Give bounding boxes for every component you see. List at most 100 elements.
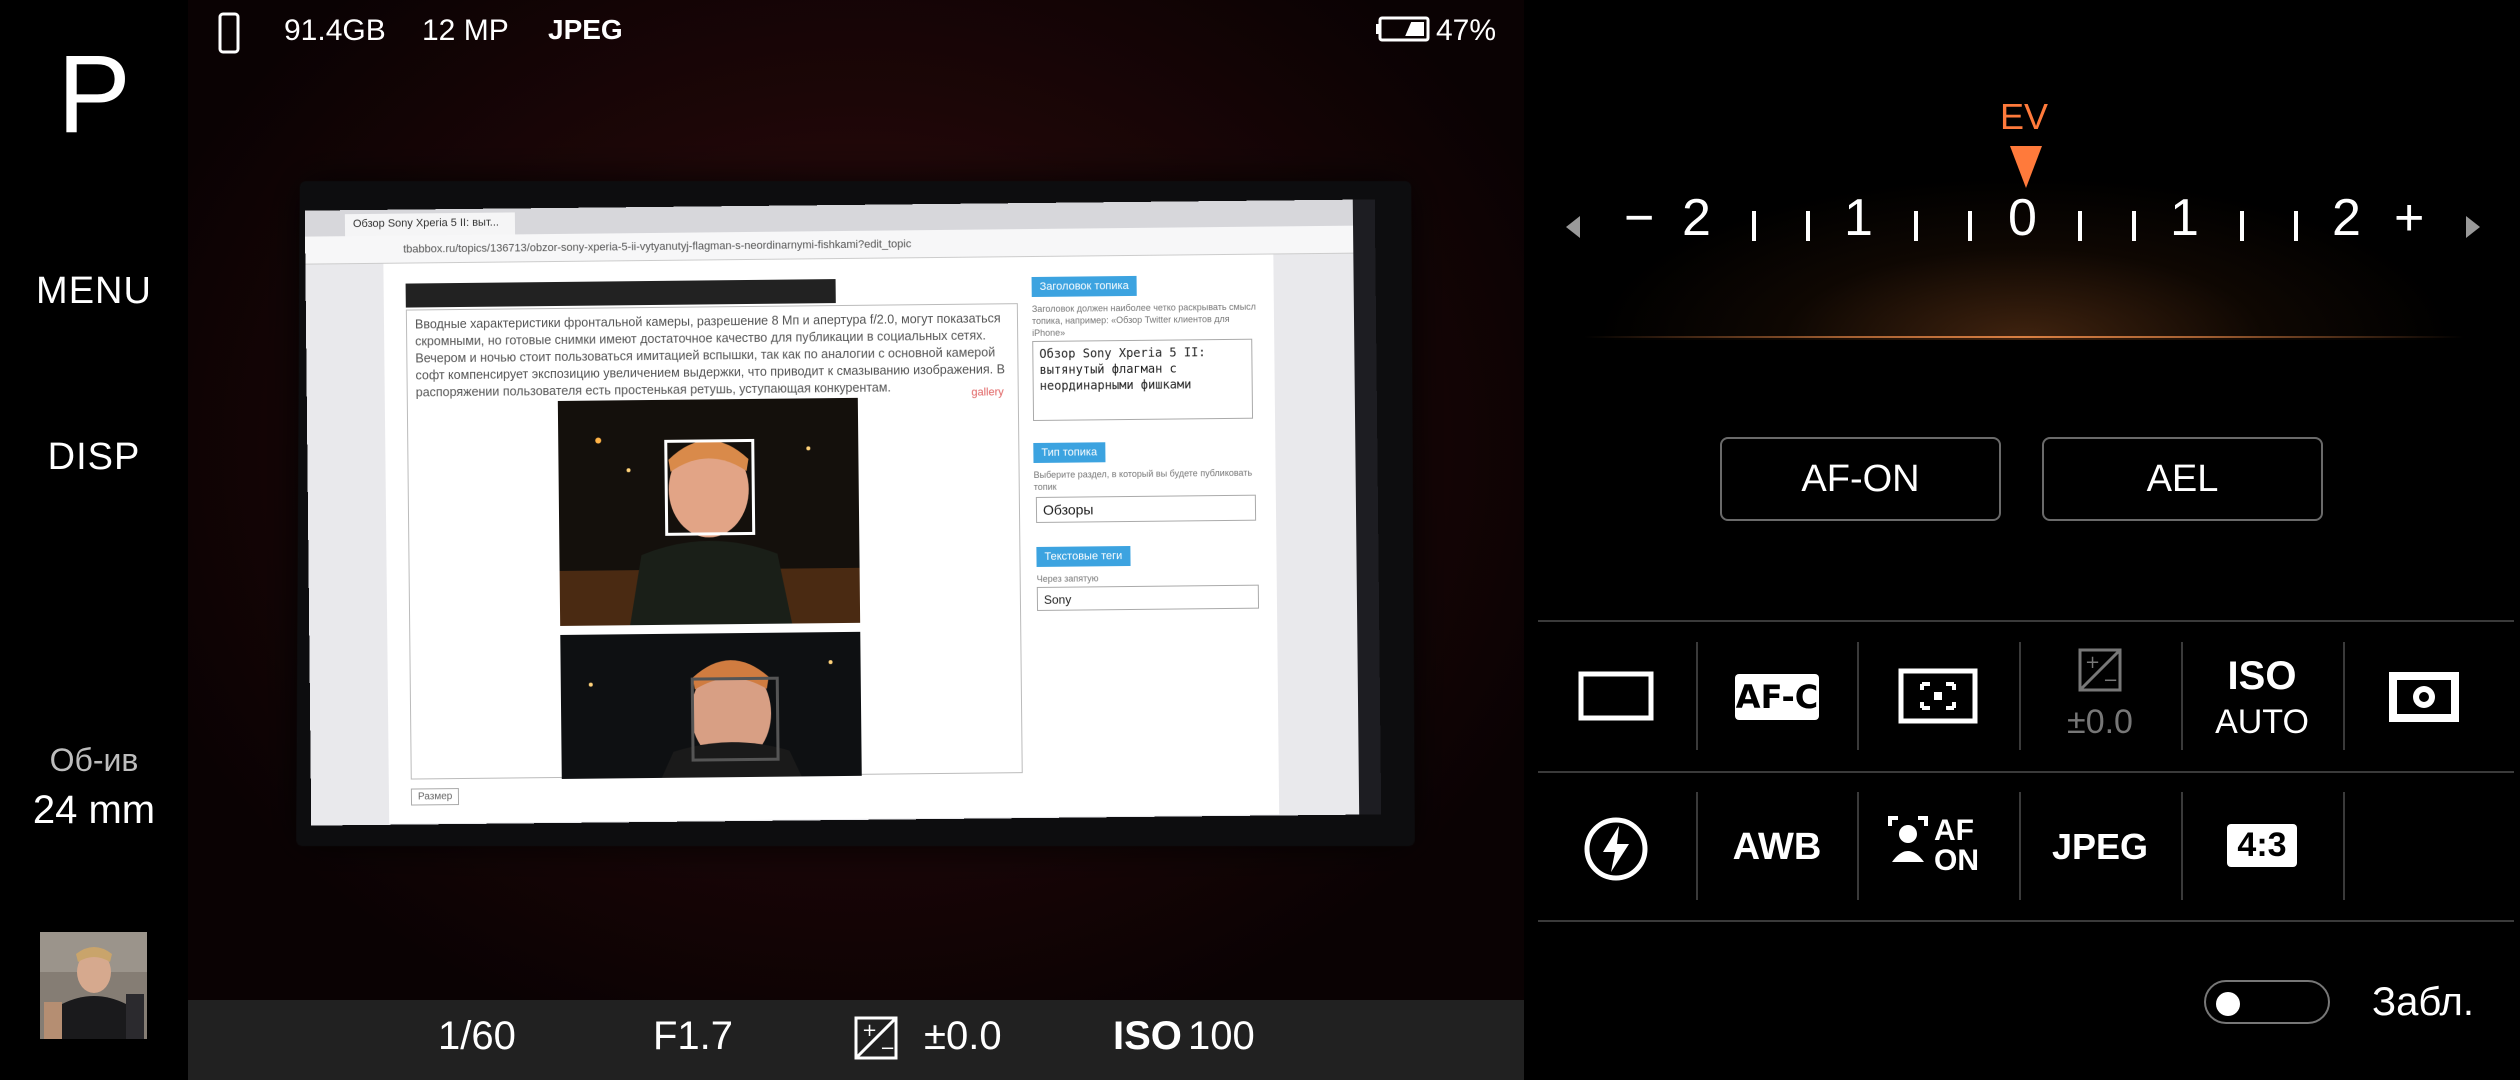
disp-button[interactable]: DISP	[0, 436, 188, 479]
ev-compensation-icon: + −	[854, 1016, 898, 1070]
af-c-icon: AF-C	[1735, 674, 1819, 720]
svg-text:−: −	[2103, 670, 2118, 691]
browser-tab: Обзор Sony Xperia 5 II: выт...	[344, 212, 516, 237]
grid-separator	[2343, 792, 2345, 900]
exposure-info-bar: 1/60 F1.7 + − ±0.0 ISO 100	[188, 1000, 1524, 1080]
storage-remaining: 91.4GB	[284, 14, 386, 47]
auto-flash-icon	[1584, 817, 1648, 881]
face-af-button[interactable]: AF ON	[1858, 780, 2018, 920]
flash-mode-button[interactable]	[1536, 780, 1696, 920]
size-button: Размер	[410, 788, 460, 806]
focus-mode-button[interactable]: AF-C	[1697, 630, 1857, 770]
ev-left-arrow-icon[interactable]	[1566, 216, 1580, 238]
web-page: Вводные характеристики фронтальной камер…	[383, 254, 1280, 824]
resolution: 12 MP	[422, 14, 509, 47]
aspect-ratio-button[interactable]: 4:3	[2182, 780, 2342, 920]
ev-comp-icon: +−	[2078, 648, 2122, 692]
single-shot-icon	[1578, 671, 1654, 721]
shooting-mode[interactable]: P	[0, 40, 188, 150]
left-sidebar: P MENU DISP Об-ив 24 mm	[0, 0, 188, 1080]
type-label: Тип топика	[1033, 442, 1106, 464]
article-photo-1	[557, 397, 861, 626]
file-format-value: JPEG	[2051, 826, 2149, 867]
ev-value: ±0.0	[924, 1014, 1002, 1058]
file-format: JPEG	[548, 14, 623, 45]
ev-tick	[1752, 211, 1756, 241]
iso-setting-label: ISO	[2227, 654, 2297, 698]
lock-toggle-knob	[2216, 992, 2240, 1016]
type-select: Обзоры	[1035, 494, 1257, 523]
title-note: Заголовок должен наиболее четко раскрыва…	[1031, 301, 1256, 339]
thumbnail-image	[40, 932, 147, 1039]
svg-text:−: −	[880, 1038, 895, 1059]
ev-label-minus-1: 1	[1844, 189, 1873, 247]
battery-icon	[1376, 16, 1432, 50]
article-text: Вводные характеристики фронтальной камер…	[414, 311, 1006, 400]
battery-percent: 47%	[1436, 14, 1497, 47]
aspect-ratio-value: 4:3	[2227, 824, 2297, 867]
ev-tick	[1914, 211, 1918, 241]
ev-label-plus-1: 1	[2170, 189, 2199, 247]
ev-dial-baseline	[1584, 336, 2464, 338]
tags-field: Sony	[1036, 584, 1260, 611]
face-detection-box	[664, 438, 756, 536]
ev-tick	[1806, 211, 1810, 241]
white-balance-value: AWB	[1732, 826, 1822, 868]
right-control-panel: EV − 2 1 0 1 2 + AF-ON AEL AF-C + − ±0.0…	[1524, 0, 2520, 1080]
drive-mode-button[interactable]	[1536, 630, 1696, 770]
ev-comp-value: ±0.0	[2067, 703, 2133, 741]
wide-focus-area-icon	[1898, 668, 1978, 724]
title-field: Обзор Sony Xperia 5 II: вытянутый флагма…	[1032, 338, 1254, 422]
iso-button[interactable]: ISO AUTO	[2182, 630, 2342, 770]
focus-area-button[interactable]	[1858, 630, 2018, 770]
ael-button[interactable]: AEL	[2042, 437, 2323, 521]
title-label: Заголовок топика	[1031, 275, 1137, 298]
multi-metering-icon	[2389, 672, 2459, 722]
editor-box: Вводные характеристики фронтальной камер…	[405, 303, 1023, 780]
ev-tick	[2240, 211, 2244, 241]
ev-label-minus-2: 2	[1682, 189, 1711, 247]
lock-label: Забл.	[2372, 980, 2474, 1024]
lens-focal-length[interactable]: 24 mm	[0, 788, 188, 833]
grid-divider	[1538, 920, 2514, 922]
af-on-button[interactable]: AF-ON	[1720, 437, 2001, 521]
white-balance-button[interactable]: AWB	[1697, 780, 1857, 920]
iso-label: ISO	[1113, 1014, 1182, 1058]
ev-tick	[2132, 211, 2136, 241]
menu-button[interactable]: MENU	[0, 270, 188, 313]
iso-value: 100	[1188, 1014, 1255, 1058]
ev-dial-title: EV	[1999, 96, 2049, 137]
ev-tick	[1968, 211, 1972, 241]
ev-tick	[2294, 211, 2298, 241]
status-bar: 91.4GB 12 MP JPEG 47%	[188, 10, 1524, 60]
type-note: Выберите раздел, в который вы будете пуб…	[1033, 467, 1253, 493]
lock-toggle[interactable]	[2204, 980, 2330, 1024]
ev-label-zero: 0	[2008, 189, 2037, 247]
ev-label-plus-2: 2	[2332, 189, 2361, 247]
face-detect-icon	[1888, 816, 1928, 862]
svg-text:AF-C: AF-C	[1736, 678, 1818, 716]
last-photo-thumbnail[interactable]	[40, 932, 147, 1039]
face-detection-box-secondary	[690, 676, 780, 762]
ev-comp-button[interactable]: + − ±0.0	[2020, 630, 2180, 770]
gallery-tag: gallery	[971, 386, 1004, 399]
aperture: F1.7	[653, 1014, 734, 1058]
browser-url: tbabbox.ru/topics/136713/obzor-sony-xper…	[403, 238, 912, 256]
monitor-screen: Обзор Sony Xperia 5 II: выт... tbabbox.r…	[304, 199, 1382, 826]
editor-toolbar	[405, 279, 836, 308]
lens-label: Об-ив	[49, 742, 139, 778]
grid-divider	[1538, 771, 2514, 773]
tags-label: Текстовые теги	[1036, 545, 1131, 567]
viewfinder[interactable]: 91.4GB 12 MP JPEG 47% Обзор Sony Xperia …	[188, 0, 1524, 1000]
ev-pointer-icon	[2010, 146, 2042, 188]
phone-storage-icon	[218, 12, 240, 62]
svg-text:+: +	[862, 1020, 877, 1041]
svg-text:+: +	[2085, 652, 2100, 673]
iso-setting-value: AUTO	[2215, 703, 2309, 741]
ev-tick	[2078, 211, 2082, 241]
metering-mode-button[interactable]	[2344, 630, 2504, 770]
ev-plus-label: +	[2394, 189, 2425, 247]
file-format-button[interactable]: JPEG	[2020, 780, 2180, 920]
grid-divider	[1538, 620, 2514, 622]
ev-right-arrow-icon[interactable]	[2466, 216, 2480, 238]
